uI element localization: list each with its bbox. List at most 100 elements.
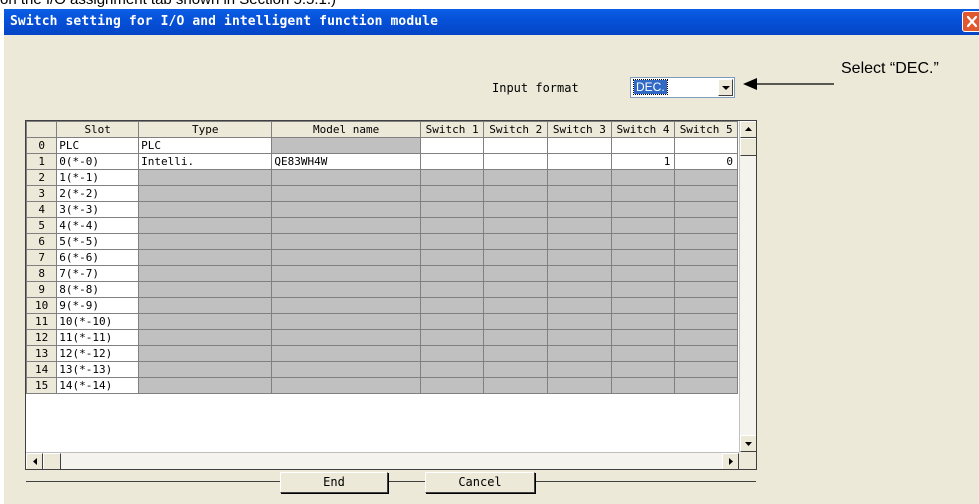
switch-cell[interactable] [419, 137, 485, 154]
vertical-scroll-thumb[interactable] [740, 138, 756, 156]
table-row: 6 5(*-5) [26, 233, 738, 250]
switch-cell [419, 313, 485, 330]
chevron-down-icon [722, 86, 730, 90]
switch-cell[interactable]: 0 [674, 153, 738, 170]
row-number: 14 [26, 361, 58, 378]
table-row: 7 6(*-6) [26, 249, 738, 266]
slot-cell: 5(*-5) [56, 233, 140, 250]
scroll-right-button[interactable] [722, 453, 739, 469]
slot-cell: 7(*-7) [56, 265, 140, 282]
type-cell [138, 217, 273, 234]
corner-cell [26, 121, 58, 138]
model-name-cell [271, 281, 421, 298]
switch-cell[interactable] [610, 137, 676, 154]
close-button[interactable] [962, 11, 979, 32]
type-cell: PLC [138, 137, 273, 154]
switch-cell [547, 313, 612, 330]
switch-cell [674, 377, 738, 394]
row-number: 6 [26, 233, 58, 250]
switch-cell[interactable] [483, 153, 549, 170]
switch-cell [547, 345, 612, 362]
switch-cell [483, 249, 549, 266]
switch-cell[interactable] [419, 153, 485, 170]
slot-cell: 10(*-10) [56, 313, 140, 330]
row-number: 8 [26, 265, 58, 282]
slot-cell: 2(*-2) [56, 185, 140, 202]
switch-cell [610, 329, 676, 346]
table-row: 13 12(*-12) [26, 345, 738, 362]
column-header: Switch 5 [674, 121, 738, 138]
horizontal-scroll-thumb[interactable] [43, 453, 61, 469]
model-name-cell [271, 137, 421, 154]
switch-cell [419, 329, 485, 346]
slot-cell: 11(*-11) [56, 329, 140, 346]
switch-table: Slot Type Model name Switch 1 Switch 2 Switch… [26, 121, 738, 394]
vertical-scrollbar[interactable] [739, 121, 756, 452]
table-row: 9 8(*-8) [26, 281, 738, 298]
switch-cell [483, 297, 549, 314]
switch-cell[interactable]: 1 [610, 153, 676, 170]
switch-cell [674, 201, 738, 218]
switch-cell [674, 345, 738, 362]
row-number: 9 [26, 281, 58, 298]
switch-cell [610, 297, 676, 314]
triangle-up-icon [745, 127, 752, 131]
row-number: 4 [26, 201, 58, 218]
title-bar[interactable]: Switch setting for I/O and intelligent f… [4, 9, 979, 35]
model-name-cell [271, 345, 421, 362]
column-header: Switch 3 [547, 121, 612, 138]
slot-cell: 3(*-3) [56, 201, 140, 218]
type-cell [138, 345, 273, 362]
type-cell [138, 265, 273, 282]
switch-cell [419, 185, 485, 202]
switch-cell [547, 297, 612, 314]
triangle-down-icon [745, 442, 752, 446]
switch-cell [674, 233, 738, 250]
switch-cell [674, 217, 738, 234]
switch-cell [547, 329, 612, 346]
horizontal-scrollbar[interactable] [26, 452, 739, 469]
model-name-cell [271, 249, 421, 266]
table-row: 2 1(*-1) [26, 169, 738, 186]
type-cell: Intelli. [138, 153, 273, 170]
row-number: 2 [26, 169, 58, 186]
switch-cell [483, 217, 549, 234]
dropdown-button[interactable] [718, 79, 733, 96]
switch-cell [674, 249, 738, 266]
switch-cell[interactable] [547, 137, 612, 154]
switch-cell [610, 169, 676, 186]
cancel-button[interactable]: Cancel [425, 472, 535, 493]
slot-cell: PLC [56, 137, 140, 154]
scroll-left-button[interactable] [26, 453, 43, 469]
switch-cell [547, 265, 612, 282]
switch-cell [483, 233, 549, 250]
dialog-title: Switch setting for I/O and intelligent f… [10, 14, 439, 29]
column-header: Slot [56, 121, 140, 138]
end-button[interactable]: End [280, 472, 388, 493]
row-number: 3 [26, 185, 58, 202]
scroll-up-button[interactable] [740, 121, 756, 138]
switch-cell[interactable] [547, 153, 612, 170]
switch-cell [674, 185, 738, 202]
switch-cell [419, 233, 485, 250]
type-cell [138, 233, 273, 250]
switch-cell [674, 265, 738, 282]
switch-cell [483, 313, 549, 330]
switch-cell [547, 217, 612, 234]
switch-cell [547, 233, 612, 250]
switch-setting-grid[interactable]: Slot Type Model name Switch 1 Switch 2 Switch… [25, 120, 757, 470]
slot-cell: 8(*-8) [56, 281, 140, 298]
input-format-select[interactable]: DEC. [630, 77, 735, 98]
switch-cell [547, 281, 612, 298]
switch-cell[interactable] [483, 137, 549, 154]
close-icon [966, 15, 978, 28]
slot-cell: 13(*-13) [56, 361, 140, 378]
column-header: Type [138, 121, 273, 138]
scrollbar-corner [739, 452, 756, 469]
model-name-cell [271, 313, 421, 330]
switch-cell [547, 201, 612, 218]
switch-cell[interactable] [674, 137, 738, 154]
table-row: 4 3(*-3) [26, 201, 738, 218]
switch-cell [483, 265, 549, 282]
scroll-down-button[interactable] [740, 435, 756, 452]
